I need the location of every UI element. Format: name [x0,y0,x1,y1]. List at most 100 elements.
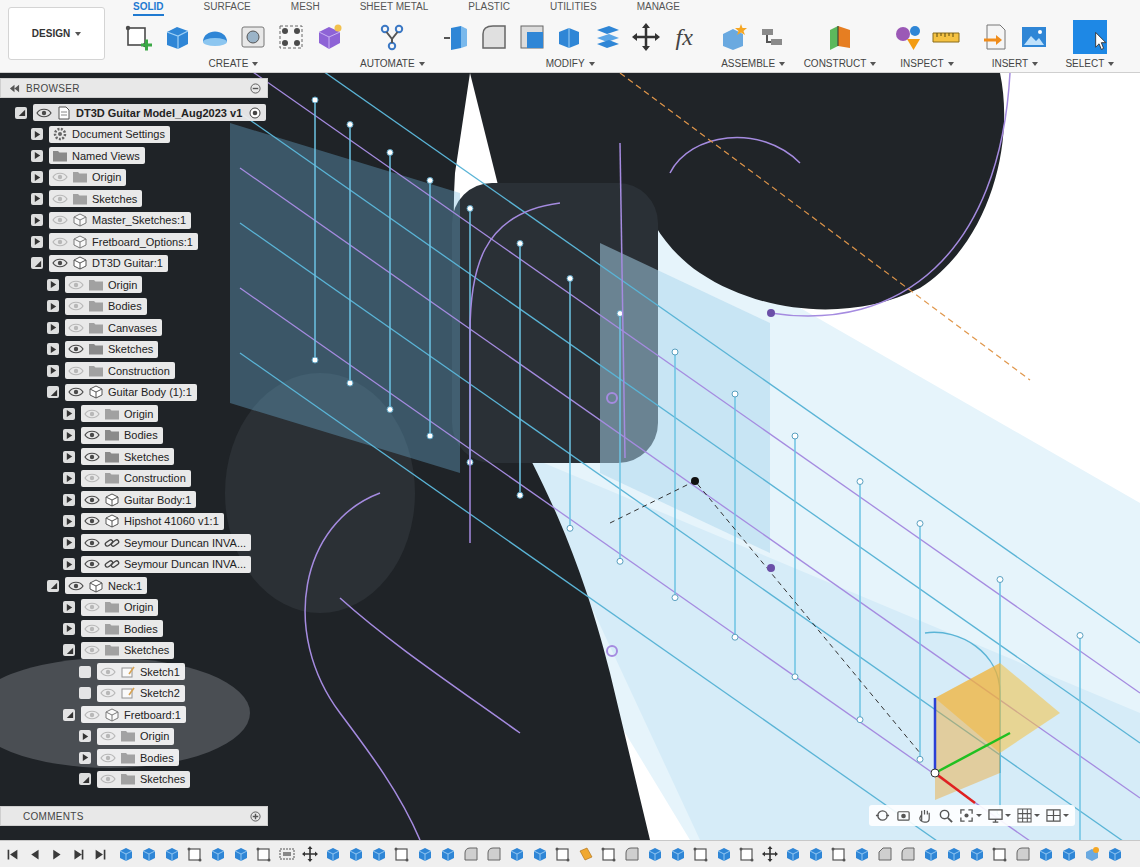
collapsed-arrow-icon[interactable] [49,280,58,289]
tree-item[interactable]: Seymour Duncan INVA... [0,554,268,576]
previous-step-icon[interactable] [28,848,41,861]
group-menu[interactable]: INSERT [992,57,1039,70]
timeline-extrude-icon[interactable] [371,846,387,862]
origin-gizmo[interactable] [925,632,1060,803]
tree-item[interactable]: Sketches [0,188,268,210]
timeline-sketch-icon[interactable] [992,846,1008,862]
tree-item[interactable]: Bodies [0,747,268,769]
nav-button[interactable] [917,808,932,823]
sketch-line[interactable] [240,113,1140,743]
timeline-extrude-icon[interactable] [233,846,249,862]
eye-icon[interactable] [84,644,100,656]
timeline-extrude-icon[interactable] [509,846,525,862]
add-comment-icon[interactable] [250,811,261,822]
construction-line[interactable] [610,481,920,753]
tree-item[interactable]: Sketches [0,640,268,662]
sketch-line[interactable] [240,288,1140,840]
play-icon[interactable] [50,848,63,861]
tree-item[interactable]: Fretboard_Options:1 [0,231,268,253]
fret-line[interactable] [857,479,863,723]
tree-item[interactable]: Guitar Body:1 [0,489,268,511]
collapsed-arrow-icon[interactable] [65,495,74,504]
fret-line[interactable] [1077,633,1083,841]
collapsed-arrow-icon[interactable] [65,431,74,440]
group-menu[interactable]: CONSTRUCT [804,57,877,70]
fret-line[interactable] [427,178,433,439]
fret-line[interactable] [347,122,353,387]
expanded-arrow-icon[interactable] [49,581,58,590]
timeline-extrude-icon[interactable] [808,846,824,862]
timeline-fillet-icon[interactable] [624,846,640,862]
tool-button[interactable] [374,19,411,55]
sketch-point[interactable] [607,646,617,656]
fret-line[interactable] [917,521,923,763]
timeline-sketch-icon[interactable] [187,846,203,862]
nav-button[interactable] [875,808,890,823]
timeline-extrude-icon[interactable] [164,846,180,862]
tool-button[interactable] [754,19,791,55]
eye-icon[interactable] [100,666,116,678]
timeline-extrude-icon[interactable] [417,846,433,862]
toolbar-tab[interactable]: MESH [291,0,320,14]
timeline-extrude-icon[interactable] [141,846,157,862]
tool-button[interactable] [310,19,347,55]
next-step-icon[interactable] [72,848,85,861]
sketch-curve[interactable] [305,493,420,840]
timeline-extrude-icon[interactable] [716,846,732,862]
collapsed-arrow-icon[interactable] [65,603,74,612]
tree-item[interactable]: Guitar Body (1):1 [0,382,268,404]
tree-item[interactable]: Origin [0,597,268,619]
tree-item[interactable]: Construction [0,360,268,382]
eye-icon[interactable] [68,343,84,355]
timeline-extrude-icon[interactable] [118,846,134,862]
eye-icon[interactable] [52,257,68,269]
collapsed-arrow-icon[interactable] [33,151,42,160]
fret-line[interactable] [387,150,393,413]
expanded-arrow-icon[interactable] [17,108,26,117]
sketch-line[interactable] [240,73,1140,643]
eye-icon[interactable] [84,558,100,570]
collapsed-arrow-icon[interactable] [65,624,74,633]
timeline-extrude-icon[interactable] [325,846,341,862]
tree-item[interactable]: DT3D Guitar:1 [0,253,268,275]
tool-button[interactable] [196,19,233,55]
browser-header[interactable]: BROWSER [0,78,268,98]
eye-icon[interactable] [100,773,116,785]
collapsed-arrow-icon[interactable] [65,538,74,547]
toolbar-tab[interactable]: SOLID [133,0,164,16]
fret-line[interactable] [617,311,623,565]
toolbar-tab[interactable]: SURFACE [204,0,251,14]
timeline-chamfer-icon[interactable] [877,846,893,862]
group-menu[interactable]: ASSEMBLE [721,57,785,70]
tree-item[interactable]: Named Views [0,145,268,167]
viewport[interactable]: BROWSERDT3D Guitar Model_Aug2023 v1Docum… [0,73,1140,840]
timeline-sketch-icon[interactable] [693,846,709,862]
eye-icon[interactable] [68,279,84,291]
group-menu[interactable]: INSPECT [900,57,953,70]
tool-button[interactable] [889,19,926,55]
sketch-curve[interactable] [770,73,1010,316]
fret-line[interactable] [312,97,318,363]
nav-button[interactable] [1046,808,1069,823]
collapsed-arrow-icon[interactable] [65,474,74,483]
expanded-arrow-icon[interactable] [81,775,90,784]
sketch-curve[interactable] [470,203,560,543]
nav-button[interactable] [938,808,953,823]
eye-icon[interactable] [84,472,100,484]
tool-button[interactable] [716,19,753,55]
timeline-extrude-icon[interactable] [670,846,686,862]
sketch-curve[interactable] [670,138,800,173]
collapsed-arrow-icon[interactable] [49,366,58,375]
sketch-point[interactable] [691,477,699,485]
group-menu[interactable]: MODIFY [546,57,595,70]
nav-button[interactable] [959,808,982,823]
fret-line[interactable] [732,391,738,640]
expanded-arrow-icon[interactable] [49,388,58,397]
tree-item[interactable]: Bodies [0,425,268,447]
tool-button[interactable] [628,19,665,55]
eye-icon[interactable] [84,537,100,549]
tool-button[interactable] [590,19,627,55]
eye-icon[interactable] [84,429,100,441]
timeline-plane-icon[interactable] [578,846,594,862]
tool-button[interactable] [822,19,859,55]
